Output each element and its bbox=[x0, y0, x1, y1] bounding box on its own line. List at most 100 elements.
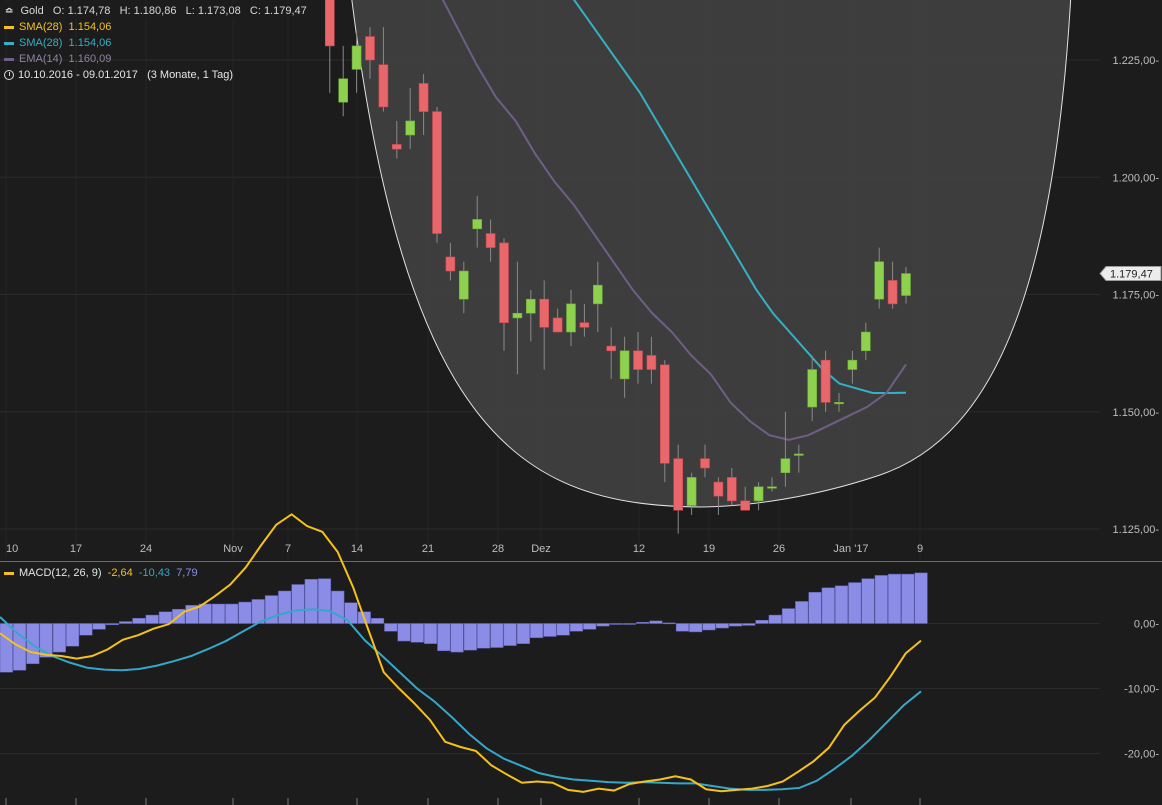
close-label: C: bbox=[249, 5, 261, 17]
macd-hist-bar bbox=[317, 578, 332, 624]
macd-label: MACD(12, 26, 9) bbox=[19, 567, 102, 579]
ema-swatch bbox=[4, 57, 14, 61]
macd-hist-bar bbox=[914, 572, 928, 624]
macd-hist-bar bbox=[158, 611, 172, 624]
macd-hist-bar bbox=[423, 623, 438, 644]
macd-hist-bar bbox=[477, 623, 491, 649]
time-tick-label: 24 bbox=[140, 543, 152, 555]
time-tick-label: Dez bbox=[531, 543, 551, 555]
signal-value: -10,43 bbox=[138, 567, 171, 579]
candle-down bbox=[887, 280, 898, 305]
candle-up bbox=[767, 486, 777, 489]
macd-hist-bar bbox=[384, 623, 398, 632]
candle-up bbox=[847, 359, 858, 370]
low-value: 1.173,08 bbox=[197, 5, 241, 17]
macd-hist-bar bbox=[821, 587, 835, 624]
macd-hist-bar bbox=[636, 621, 650, 624]
last-price-label: 1.179,47 bbox=[1110, 269, 1153, 281]
price-tick-label: 1.200,00- bbox=[1113, 172, 1160, 184]
candle-up bbox=[338, 78, 349, 103]
range-text: 10.10.2016 - 09.01.2017 bbox=[18, 69, 138, 81]
candle-down bbox=[432, 111, 442, 234]
macd-hist-bar bbox=[861, 578, 875, 624]
time-tick-label: 9 bbox=[917, 543, 923, 555]
macd-hist-bar bbox=[92, 623, 106, 630]
macd-hist-bar bbox=[410, 623, 424, 643]
candle-down bbox=[633, 350, 643, 370]
candle-down bbox=[726, 477, 737, 502]
candle-up bbox=[780, 458, 791, 474]
price-tick-label: 1.225,00- bbox=[1113, 55, 1160, 67]
macd-hist-bar bbox=[662, 622, 676, 625]
macd-hist-bar bbox=[397, 623, 411, 642]
macd-hist-bar bbox=[490, 623, 504, 648]
macd-hist-bar bbox=[437, 623, 451, 652]
macd-hist-bar bbox=[450, 623, 464, 653]
time-tick-label: 7 bbox=[285, 543, 291, 555]
macd-hist-bar bbox=[728, 623, 743, 627]
candle-down bbox=[579, 322, 590, 328]
macd-hist-bar bbox=[569, 623, 583, 632]
macd-hist-bar bbox=[331, 590, 345, 624]
candle-up bbox=[619, 350, 630, 380]
macd-hist-bar bbox=[463, 623, 477, 651]
candle-down bbox=[324, 0, 335, 47]
ema-value: 1.160,09 bbox=[68, 53, 112, 65]
time-tick-label: 19 bbox=[703, 543, 715, 555]
ema-label: EMA(14) bbox=[19, 53, 63, 65]
sma2-swatch bbox=[4, 41, 14, 45]
macd-hist-bar bbox=[543, 623, 557, 637]
close-value: 1.179,47 bbox=[263, 5, 307, 17]
candle-up bbox=[458, 270, 469, 300]
macd-hist-bar bbox=[225, 603, 239, 624]
macd-hist-bar bbox=[556, 623, 570, 636]
time-tick-label: Jan '17 bbox=[833, 543, 868, 555]
macd-hist-bar bbox=[874, 575, 888, 624]
macd-hist-bar bbox=[768, 614, 782, 624]
sma2-label: SMA(28) bbox=[19, 37, 63, 49]
chart-logo-icon: ≏ bbox=[5, 6, 14, 17]
legend-sma1: SMA(28) 1.154,06 bbox=[4, 21, 111, 33]
candle-up bbox=[753, 486, 764, 502]
macd-hist-bar bbox=[304, 579, 318, 624]
candle-up bbox=[793, 453, 804, 456]
sma1-value: 1.154,06 bbox=[68, 21, 112, 33]
legend-range: 10.10.2016 - 09.01.2017 (3 Monate, 1 Tag… bbox=[4, 69, 233, 81]
legend-ema: EMA(14) 1.160,09 bbox=[4, 53, 111, 65]
open-label: O: bbox=[52, 5, 65, 17]
macd-hist-bar bbox=[503, 623, 517, 646]
macd-hist-bar bbox=[755, 620, 769, 624]
macd-hist-bar bbox=[0, 623, 13, 673]
macd-hist-bar bbox=[848, 582, 862, 624]
high-label: H: bbox=[119, 5, 131, 17]
candle-down bbox=[485, 233, 496, 248]
sma2-value: 1.154,06 bbox=[68, 37, 112, 49]
candle-up bbox=[592, 284, 603, 305]
candle-down bbox=[378, 64, 389, 108]
candle-down bbox=[365, 36, 375, 61]
candle-up bbox=[525, 298, 536, 314]
candle-up bbox=[807, 369, 818, 408]
candle-down bbox=[539, 298, 550, 328]
macd-hist-bar bbox=[291, 584, 305, 624]
macd-hist-bar bbox=[649, 620, 663, 624]
macd-hist-bar bbox=[530, 623, 544, 639]
candle-down bbox=[673, 458, 684, 511]
macd-hist-bar bbox=[516, 623, 530, 644]
macd-hist-bar bbox=[66, 623, 80, 647]
time-tick-label: 21 bbox=[422, 543, 434, 555]
macd-hist-bar bbox=[596, 623, 610, 627]
last-price-marker: 1.179,47 bbox=[1099, 266, 1162, 282]
macd-hist-bar bbox=[609, 623, 623, 625]
candle-down bbox=[499, 242, 509, 323]
price-tick-label: 1.125,00- bbox=[1113, 524, 1160, 536]
candle-down bbox=[418, 83, 429, 112]
macd-hist-bar bbox=[689, 623, 703, 633]
range-note: (3 Monate, 1 Tag) bbox=[147, 69, 234, 81]
macd-hist-bar bbox=[238, 601, 252, 624]
macd-hist-bar bbox=[795, 601, 809, 624]
time-tick-label: 10 bbox=[6, 543, 18, 555]
macd-hist-bar bbox=[583, 623, 597, 630]
candle-down bbox=[820, 359, 831, 403]
macd-hist-bar bbox=[52, 623, 66, 653]
